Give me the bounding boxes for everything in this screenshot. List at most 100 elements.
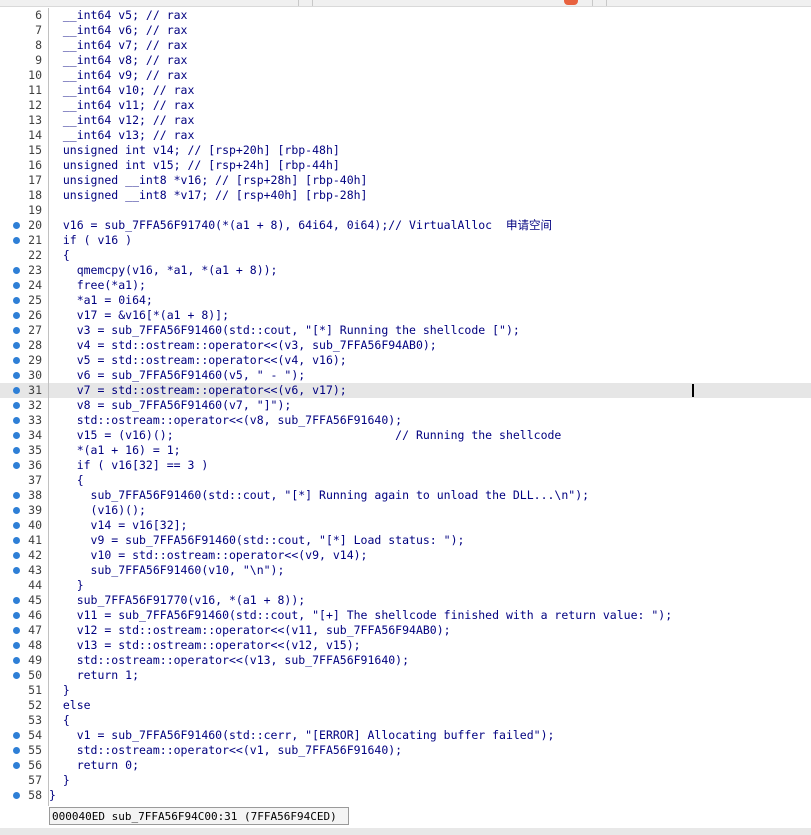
line-number: 19 — [28, 203, 42, 217]
line-number: 51 — [28, 683, 42, 697]
code-line[interactable]: 46 v11 = sub_7FFA56F91460(std::cout, "[+… — [0, 608, 811, 623]
pseudocode-view[interactable]: 6 __int64 v5; // rax 7 __int64 v6; // rax… — [0, 8, 811, 806]
code-line[interactable]: 21 if ( v16 ) — [0, 233, 811, 248]
code-line[interactable]: 51 } — [0, 683, 811, 698]
code-line[interactable]: 22 { — [0, 248, 811, 263]
line-number: 43 — [28, 563, 42, 577]
code-line[interactable]: 29 v5 = std::ostream::operator<<(v4, v16… — [0, 353, 811, 368]
line-number: 28 — [28, 338, 42, 352]
code-line[interactable]: 27 v3 = sub_7FFA56F91460(std::cout, "[*]… — [0, 323, 811, 338]
code-line[interactable]: 17 unsigned __int8 *v16; // [rsp+28h] [r… — [0, 173, 811, 188]
code-line[interactable]: 41 v9 = sub_7FFA56F91460(std::cout, "[*]… — [0, 533, 811, 548]
code-line[interactable]: 28 v4 = std::ostream::operator<<(v3, sub… — [0, 338, 811, 353]
code-text: } — [49, 788, 56, 802]
code-line[interactable]: 47 v12 = std::ostream::operator<<(v11, s… — [0, 623, 811, 638]
line-number: 45 — [28, 593, 42, 607]
code-text: __int64 v5; // rax — [49, 8, 188, 22]
line-number: 20 — [28, 218, 42, 232]
code-text: sub_7FFA56F91460(std::cout, "[*] Running… — [49, 488, 590, 502]
line-number: 39 — [28, 503, 42, 517]
code-line[interactable]: 13 __int64 v12; // rax — [0, 113, 811, 128]
line-number: 18 — [28, 188, 42, 202]
code-line[interactable]: 12 __int64 v11; // rax — [0, 98, 811, 113]
code-line[interactable]: 57 } — [0, 773, 811, 788]
code-text: v10 = std::ostream::operator<<(v9, v14); — [49, 548, 368, 562]
code-line[interactable]: 50 return 1; — [0, 668, 811, 683]
code-line[interactable]: 34 v15 = (v16)(); // Running the shellco… — [0, 428, 811, 443]
code-line[interactable]: 39 (v16)(); — [0, 503, 811, 518]
code-line[interactable]: 44 } — [0, 578, 811, 593]
code-line[interactable]: 43 sub_7FFA56F91460(v10, "\n"); — [0, 563, 811, 578]
line-number: 46 — [28, 608, 42, 622]
line-number: 12 — [28, 98, 42, 112]
line-number: 41 — [28, 533, 42, 547]
code-line[interactable]: 10 __int64 v9; // rax — [0, 68, 811, 83]
line-number: 52 — [28, 698, 42, 712]
code-line[interactable]: 55 std::ostream::operator<<(v1, sub_7FFA… — [0, 743, 811, 758]
code-line[interactable]: 18 unsigned __int8 *v17; // [rsp+40h] [r… — [0, 188, 811, 203]
code-line[interactable]: 58} — [0, 788, 811, 803]
code-line[interactable]: 56 return 0; — [0, 758, 811, 773]
code-line[interactable]: 8 __int64 v7; // rax — [0, 38, 811, 53]
line-number: 57 — [28, 773, 42, 787]
code-text: } — [49, 773, 70, 787]
code-line[interactable]: 16 unsigned int v15; // [rsp+24h] [rbp-4… — [0, 158, 811, 173]
code-line[interactable]: 40 v14 = v16[32]; — [0, 518, 811, 533]
bottom-scroll-strip[interactable] — [0, 828, 811, 835]
code-line[interactable]: 19 — [0, 203, 811, 218]
code-line[interactable]: 6 __int64 v5; // rax — [0, 8, 811, 23]
line-number: 15 — [28, 143, 42, 157]
code-line[interactable]: 11 __int64 v10; // rax — [0, 83, 811, 98]
line-number: 6 — [35, 8, 42, 22]
code-line[interactable]: 42 v10 = std::ostream::operator<<(v9, v1… — [0, 548, 811, 563]
code-line[interactable]: 20 v16 = sub_7FFA56F91740(*(a1 + 8), 64i… — [0, 218, 811, 233]
tab-divider — [312, 0, 313, 6]
code-line[interactable]: 14 __int64 v13; // rax — [0, 128, 811, 143]
code-text: v15 = (v16)(); // Running the shellcode — [49, 428, 562, 442]
line-number: 55 — [28, 743, 42, 757]
tab-divider — [298, 0, 299, 6]
tab-divider — [606, 0, 607, 6]
code-line[interactable]: 37 { — [0, 473, 811, 488]
code-line[interactable]: 48 v13 = std::ostream::operator<<(v12, v… — [0, 638, 811, 653]
code-text: v12 = std::ostream::operator<<(v11, sub_… — [49, 623, 451, 637]
code-text: std::ostream::operator<<(v1, sub_7FFA56F… — [49, 743, 403, 757]
line-number: 13 — [28, 113, 42, 127]
line-number: 42 — [28, 548, 42, 562]
code-text: v4 = std::ostream::operator<<(v3, sub_7F… — [49, 338, 437, 352]
code-line[interactable]: 24 free(*a1); — [0, 278, 811, 293]
code-text: __int64 v7; // rax — [49, 38, 188, 52]
tab-close-icon[interactable] — [564, 0, 578, 5]
line-number: 21 — [28, 233, 42, 247]
code-line[interactable]: 15 unsigned int v14; // [rsp+20h] [rbp-4… — [0, 143, 811, 158]
code-text: if ( v16[32] == 3 ) — [49, 458, 209, 472]
code-line[interactable]: 54 v1 = sub_7FFA56F91460(std::cerr, "[ER… — [0, 728, 811, 743]
code-line[interactable]: 26 v17 = &v16[*(a1 + 8)]; — [0, 308, 811, 323]
code-line[interactable]: 53 { — [0, 713, 811, 728]
line-number: 35 — [28, 443, 42, 457]
code-text: __int64 v11; // rax — [49, 98, 195, 112]
code-line[interactable]: 23 qmemcpy(v16, *a1, *(a1 + 8)); — [0, 263, 811, 278]
code-line[interactable]: 35 *(a1 + 16) = 1; — [0, 443, 811, 458]
code-text: } — [49, 578, 84, 592]
code-line[interactable]: 25 *a1 = 0i64; — [0, 293, 811, 308]
code-text: v17 = &v16[*(a1 + 8)]; — [49, 308, 230, 322]
status-bar: 000040ED sub_7FFA56F94C00:31 (7FFA56F94C… — [49, 807, 349, 825]
line-number: 58 — [28, 788, 42, 802]
code-line[interactable]: 33 std::ostream::operator<<(v8, sub_7FFA… — [0, 413, 811, 428]
code-line[interactable]: 52 else — [0, 698, 811, 713]
code-line[interactable]: 36 if ( v16[32] == 3 ) — [0, 458, 811, 473]
code-text: sub_7FFA56F91770(v16, *(a1 + 8)); — [49, 593, 306, 607]
code-line[interactable]: 30 v6 = sub_7FFA56F91460(v5, " - "); — [0, 368, 811, 383]
line-number: 14 — [28, 128, 42, 142]
code-line[interactable]: 45 sub_7FFA56F91770(v16, *(a1 + 8)); — [0, 593, 811, 608]
text-cursor — [692, 384, 694, 397]
code-text: v1 = sub_7FFA56F91460(std::cerr, "[ERROR… — [49, 728, 555, 742]
code-line[interactable]: 7 __int64 v6; // rax — [0, 23, 811, 38]
code-line[interactable]: 32 v8 = sub_7FFA56F91460(v7, "]"); — [0, 398, 811, 413]
code-line[interactable]: 49 std::ostream::operator<<(v13, sub_7FF… — [0, 653, 811, 668]
code-line[interactable]: 9 __int64 v8; // rax — [0, 53, 811, 68]
code-line[interactable]: 31 v7 = std::ostream::operator<<(v6, v17… — [0, 383, 811, 398]
tab-divider — [592, 0, 593, 6]
code-line[interactable]: 38 sub_7FFA56F91460(std::cout, "[*] Runn… — [0, 488, 811, 503]
